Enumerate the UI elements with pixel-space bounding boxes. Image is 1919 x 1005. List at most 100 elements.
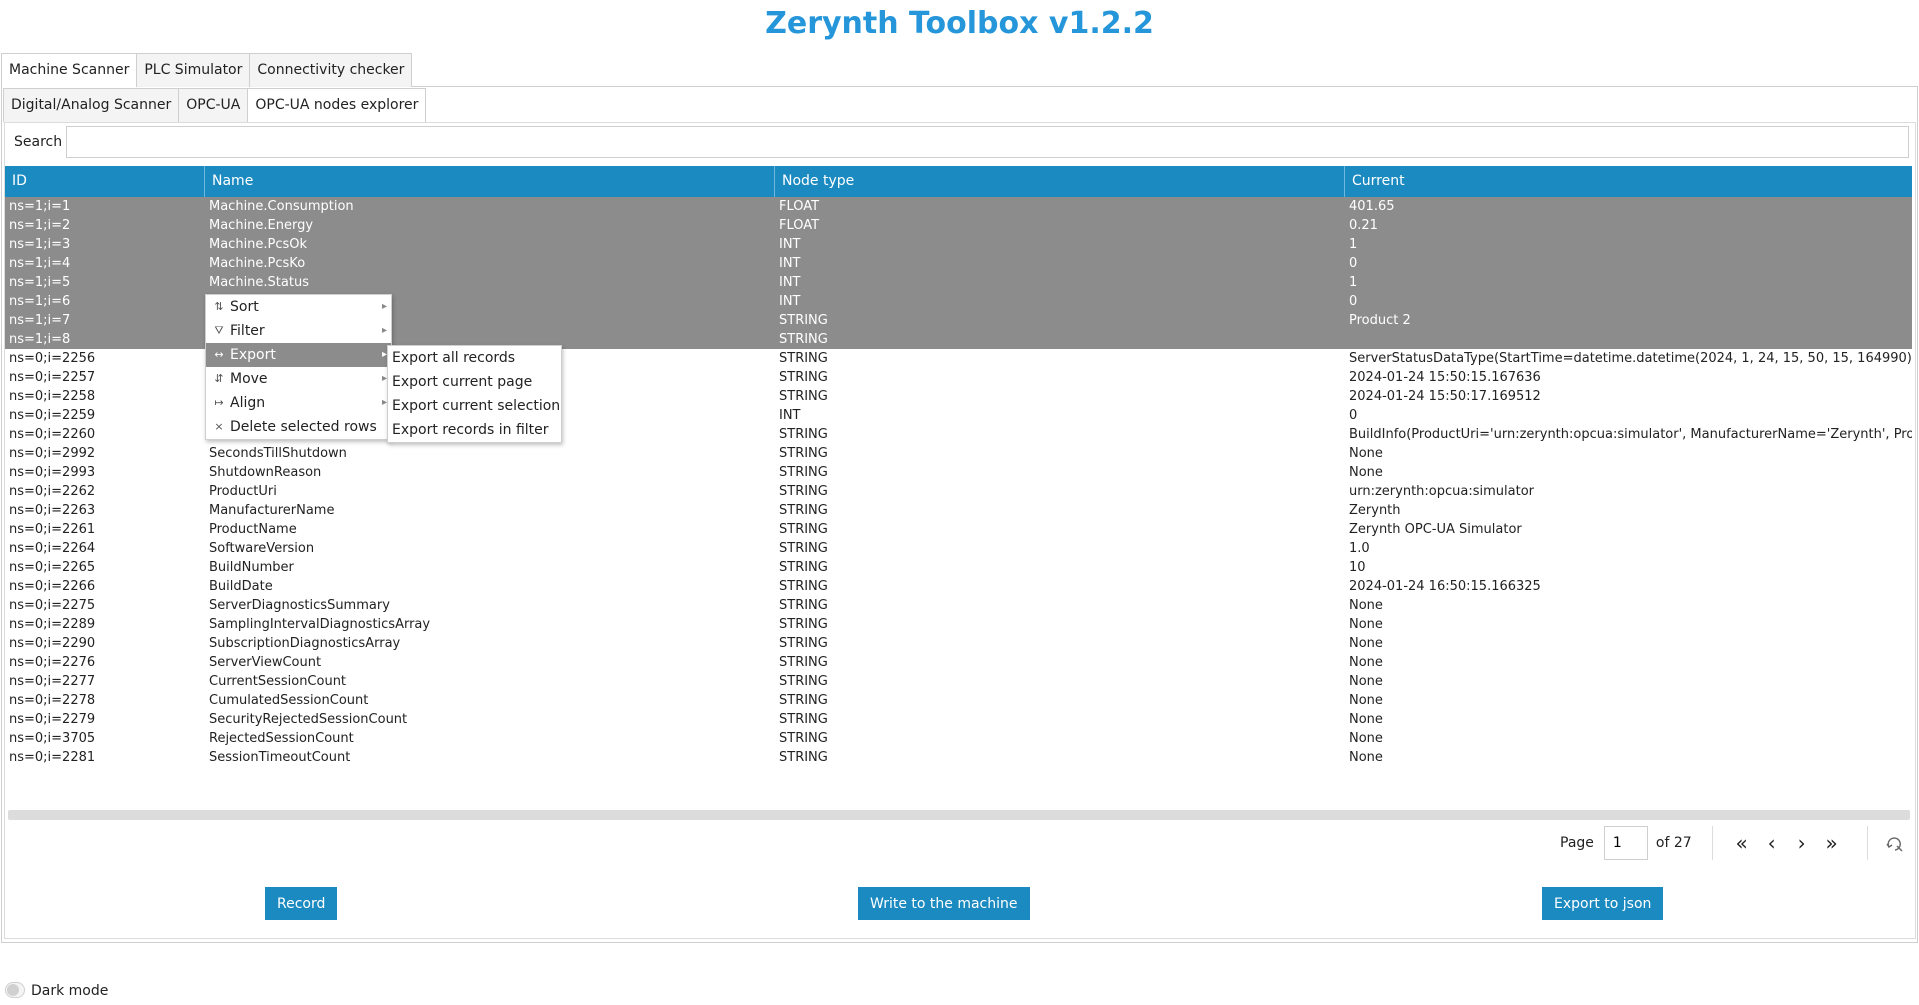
cell-node-type: STRING — [779, 427, 828, 442]
table-row[interactable]: ns=0;i=2290 SubscriptionDiagnosticsArray S… — [5, 634, 1912, 653]
cell-id: ns=0;i=2262 — [9, 484, 96, 499]
cell-node-type: STRING — [779, 446, 828, 461]
dark-mode-toggle[interactable] — [5, 982, 25, 998]
table-row[interactable]: ns=0;i=2277 CurrentSessionCount STRING None — [5, 672, 1912, 691]
context-menu: ⇅ Sort ▸ ⛛ Filter ▸ ↔ Export ▸ ⇵ Move ▸ ↦ Align ▸ × Dele… — [205, 294, 392, 440]
cell-name: SoftwareVersion — [209, 541, 315, 556]
app-title: Zerynth Toolbox v1.2.2 — [765, 6, 1154, 41]
table-body: ns=1;i=1 Machine.Consumption FLOAT 401.65 ns… — [5, 197, 1912, 767]
cell-current: Zerynth — [1349, 503, 1401, 518]
cell-id: ns=1;i=1 — [9, 199, 71, 214]
cell-name: Machine.PcsOk — [209, 237, 308, 252]
search-input[interactable] — [66, 126, 1909, 158]
column-header-node-type[interactable]: Node type — [775, 166, 1345, 197]
table-row[interactable]: ns=0;i=2279 SecurityRejectedSessionCount S… — [5, 710, 1912, 729]
context-menu-item-sort[interactable]: ⇅ Sort ▸ — [206, 295, 391, 319]
table-row[interactable]: ns=0;i=3705 RejectedSessionCount STRING Non… — [5, 729, 1912, 748]
cell-id: ns=0;i=2260 — [9, 427, 96, 442]
table-row[interactable]: ns=0;i=2266 BuildDate STRING 2024-01-24 16:… — [5, 577, 1912, 596]
table-row[interactable]: ns=1;i=3 Machine.PcsOk INT 1 — [5, 235, 1912, 254]
table-row[interactable]: ns=0;i=2264 SoftwareVersion STRING 1.0 — [5, 539, 1912, 558]
column-header-id[interactable]: ID — [5, 166, 205, 197]
sub-tabbar: Digital/Analog Scanner OPC-UA OPC-UA nod… — [3, 88, 427, 122]
cell-node-type: STRING — [779, 560, 828, 575]
export-submenu: Export all records Export current page Exp… — [387, 345, 562, 443]
tab-connectivity-checker[interactable]: Connectivity checker — [250, 53, 413, 87]
cell-node-type: STRING — [779, 617, 828, 632]
table-row[interactable]: ns=0;i=2261 ProductName STRING Zerynth OPC-… — [5, 520, 1912, 539]
cell-id: ns=0;i=2264 — [9, 541, 96, 556]
cell-current: 1 — [1349, 275, 1358, 290]
cell-node-type: STRING — [779, 579, 828, 594]
tab-plc-simulator[interactable]: PLC Simulator — [137, 53, 251, 87]
table-row[interactable]: ns=0;i=2276 ServerViewCount STRING None — [5, 653, 1912, 672]
cell-current: None — [1349, 446, 1383, 461]
cell-name: CurrentSessionCount — [209, 674, 347, 689]
cell-name: ProductUri — [209, 484, 277, 499]
table-row[interactable]: ns=0;i=2275 ServerDiagnosticsSummary STRIN… — [5, 596, 1912, 615]
context-menu-item-filter[interactable]: ⛛ Filter ▸ — [206, 319, 391, 343]
table-row[interactable]: ns=1;i=4 Machine.PcsKo INT 0 — [5, 254, 1912, 273]
first-page-button[interactable]: « — [1727, 831, 1757, 855]
submenu-arrow-icon: ▸ — [381, 325, 387, 336]
column-header-current[interactable]: Current — [1345, 166, 1912, 197]
cell-node-type: INT — [779, 256, 801, 271]
horizontal-scrollbar[interactable] — [8, 810, 1910, 820]
cell-id: ns=0;i=2279 — [9, 712, 96, 727]
cell-name: BuildDate — [209, 579, 273, 594]
cell-current: None — [1349, 674, 1383, 689]
cell-id: ns=0;i=2263 — [9, 503, 96, 518]
cell-id: ns=0;i=2290 — [9, 636, 96, 651]
tab-machine-scanner[interactable]: Machine Scanner — [1, 53, 138, 87]
context-menu-label: Delete selected rows — [230, 419, 377, 435]
tab-digital-analog-scanner[interactable]: Digital/Analog Scanner — [3, 88, 180, 122]
table-row[interactable]: ns=1;i=1 Machine.Consumption FLOAT 401.65 — [5, 197, 1912, 216]
table-row[interactable]: ns=0;i=2992 SecondsTillShutdown STRING None — [5, 444, 1912, 463]
record-button[interactable]: Record — [265, 887, 338, 920]
table-row[interactable]: ns=0;i=2278 CumulatedSessionCount STRING No… — [5, 691, 1912, 710]
tab-opc-ua-nodes-explorer[interactable]: OPC-UA nodes explorer — [248, 88, 427, 122]
cell-id: ns=0;i=2266 — [9, 579, 96, 594]
cell-current: None — [1349, 655, 1383, 670]
cell-node-type: STRING — [779, 712, 828, 727]
export-submenu-item[interactable]: Export records in filter — [388, 418, 561, 442]
table-row[interactable]: ns=0;i=2281 SessionTimeoutCount STRING None — [5, 748, 1912, 767]
column-header-name[interactable]: Name — [205, 166, 775, 197]
table-row[interactable]: ns=0;i=2289 SamplingIntervalDiagnosticsAr… — [5, 615, 1912, 634]
next-page-button[interactable]: › — [1787, 831, 1817, 855]
tab-opc-ua[interactable]: OPC-UA — [179, 88, 249, 122]
export-submenu-item[interactable]: Export current selection — [388, 394, 561, 418]
cell-current: 0 — [1349, 408, 1358, 423]
context-menu-item-move[interactable]: ⇵ Move ▸ — [206, 367, 391, 391]
context-menu-item-delete-selected-rows[interactable]: × Delete selected rows — [206, 415, 391, 439]
page-label: Page — [1560, 835, 1594, 851]
table-row[interactable]: ns=1;i=5 Machine.Status INT 1 — [5, 273, 1912, 292]
context-menu-label: Move — [230, 371, 268, 387]
table-row[interactable]: ns=0;i=2265 BuildNumber STRING 10 — [5, 558, 1912, 577]
prev-page-button[interactable]: ‹ — [1757, 831, 1787, 855]
page-number-input[interactable] — [1603, 826, 1648, 860]
cell-current: Zerynth OPC-UA Simulator — [1349, 522, 1522, 537]
cell-id: ns=0;i=3705 — [9, 731, 96, 746]
cell-id: ns=0;i=2993 — [9, 465, 96, 480]
cell-node-type: STRING — [779, 750, 828, 765]
cell-current: 2024-01-24 15:50:15.167636 — [1349, 370, 1541, 385]
last-page-button[interactable]: » — [1817, 831, 1847, 855]
cell-id: ns=0;i=2289 — [9, 617, 96, 632]
context-menu-label: Sort — [230, 299, 259, 315]
cell-id: ns=0;i=2257 — [9, 370, 96, 385]
cell-node-type: FLOAT — [779, 218, 820, 233]
reset-columns-icon[interactable] — [1886, 835, 1904, 853]
table-row[interactable]: ns=0;i=2262 ProductUri STRING urn:zerynth:o… — [5, 482, 1912, 501]
export-submenu-item[interactable]: Export all records — [388, 346, 561, 370]
export-json-button[interactable]: Export to json — [1542, 887, 1664, 920]
cell-node-type: STRING — [779, 465, 828, 480]
cell-current: Product 2 — [1349, 313, 1411, 328]
write-to-machine-button[interactable]: Write to the machine — [858, 887, 1030, 920]
table-row[interactable]: ns=1;i=2 Machine.Energy FLOAT 0.21 — [5, 216, 1912, 235]
table-row[interactable]: ns=0;i=2993 ShutdownReason STRING None — [5, 463, 1912, 482]
table-row[interactable]: ns=0;i=2263 ManufacturerName STRING Zerynth — [5, 501, 1912, 520]
export-submenu-item[interactable]: Export current page — [388, 370, 561, 394]
context-menu-item-export[interactable]: ↔ Export ▸ — [206, 343, 391, 367]
context-menu-item-align[interactable]: ↦ Align ▸ — [206, 391, 391, 415]
